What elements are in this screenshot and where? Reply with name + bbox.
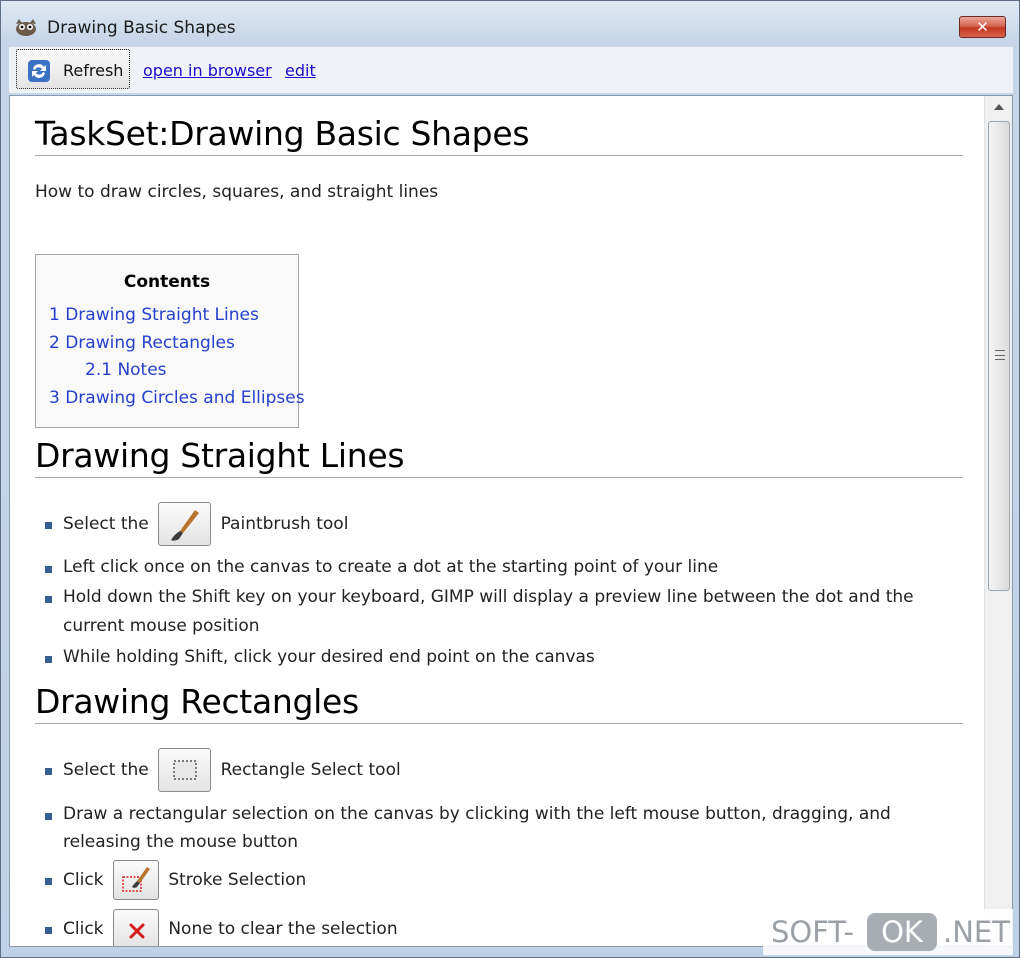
rectangle-select-icon [158, 748, 212, 792]
section-heading-text: Drawing Straight Lines [35, 436, 963, 478]
help-content-view[interactable]: TaskSet:Drawing Basic Shapes How to draw… [9, 95, 1013, 947]
list-item-text: Select the [63, 514, 149, 534]
section-heading-text: Drawing Rectangles [35, 682, 963, 724]
list-item-continuation: current mouse position [63, 616, 260, 636]
bullet-icon [45, 596, 52, 603]
list-item-text: Stroke Selection [168, 870, 307, 890]
watermark-ok: OK [867, 913, 937, 951]
list-item-text: Select the [63, 760, 149, 780]
refresh-icon [28, 60, 50, 82]
refresh-button[interactable]: Refresh [16, 49, 130, 89]
list-item-text: Click [63, 919, 104, 939]
list-item: Select the Paintbrush tool [63, 502, 348, 546]
app-window: Drawing Basic Shapes ✕ Refresh open in b… [0, 0, 1020, 958]
open-in-browser-link[interactable]: open in browser [143, 61, 272, 80]
toolbar: Refresh open in browser edit [9, 47, 1013, 93]
bullet-icon [45, 813, 52, 820]
list-item: While holding Shift, click your desired … [63, 647, 595, 667]
list-item-text: Paintbrush tool [220, 514, 349, 534]
list-item: Click None to clear the selection [63, 909, 398, 946]
bullet-icon [45, 878, 52, 885]
list-item-text: None to clear the selection [168, 919, 398, 939]
toc-item-drawing-straight-lines[interactable]: 1 Drawing Straight Lines [49, 305, 259, 325]
toc-title: Contents [123, 272, 211, 292]
bullet-icon [45, 522, 52, 529]
grip-icon [995, 350, 1005, 360]
bullet-icon [45, 566, 52, 573]
toc-item-drawing-circles[interactable]: 3 Drawing Circles and Ellipses [49, 388, 305, 408]
vertical-scrollbar[interactable] [984, 96, 1012, 946]
scroll-up-arrow-icon[interactable] [994, 104, 1004, 110]
bullet-icon [45, 768, 52, 775]
title-bar: Drawing Basic Shapes ✕ [1, 1, 1019, 45]
list-item-continuation: releasing the mouse button [63, 832, 299, 852]
list-item: Click Stroke Selection [63, 860, 306, 900]
stroke-selection-icon [112, 860, 159, 900]
watermark-soft: SOFT- [771, 915, 854, 949]
page-subtitle: How to draw circles, squares, and straig… [35, 182, 439, 202]
select-none-icon [112, 909, 159, 946]
edit-link[interactable]: edit [285, 61, 316, 80]
section-heading-straight-lines: Drawing Straight Lines [35, 436, 963, 478]
list-item: Left click once on the canvas to create … [63, 557, 719, 577]
scrollbar-thumb[interactable] [988, 121, 1010, 591]
list-item: Select the Rectangle Select tool [63, 748, 401, 792]
toc-item-notes[interactable]: 2.1 Notes [85, 360, 167, 380]
toc-item-drawing-rectangles[interactable]: 2 Drawing Rectangles [49, 333, 235, 353]
list-item: Draw a rectangular selection on the canv… [63, 804, 891, 824]
list-item-text: Click [63, 870, 104, 890]
gimp-app-icon [16, 19, 36, 36]
watermark: SOFT- OK .NET [763, 909, 1013, 955]
page-title-text: TaskSet:Drawing Basic Shapes [35, 114, 963, 156]
section-heading-rectangles: Drawing Rectangles [35, 682, 963, 724]
list-item: Hold down the Shift key on your keyboard… [63, 587, 914, 607]
table-of-contents: Contents 1 Drawing Straight Lines 2 Draw… [35, 254, 305, 428]
paintbrush-icon [158, 502, 212, 546]
refresh-label: Refresh [63, 61, 124, 80]
watermark-net: .NET [943, 915, 1010, 949]
bullet-icon [45, 656, 52, 663]
list-item-text: Rectangle Select tool [220, 760, 401, 780]
bullet-icon [45, 927, 52, 934]
window-title: Drawing Basic Shapes [47, 18, 236, 38]
page-title: TaskSet:Drawing Basic Shapes [35, 114, 963, 156]
close-button[interactable]: ✕ [959, 16, 1006, 38]
